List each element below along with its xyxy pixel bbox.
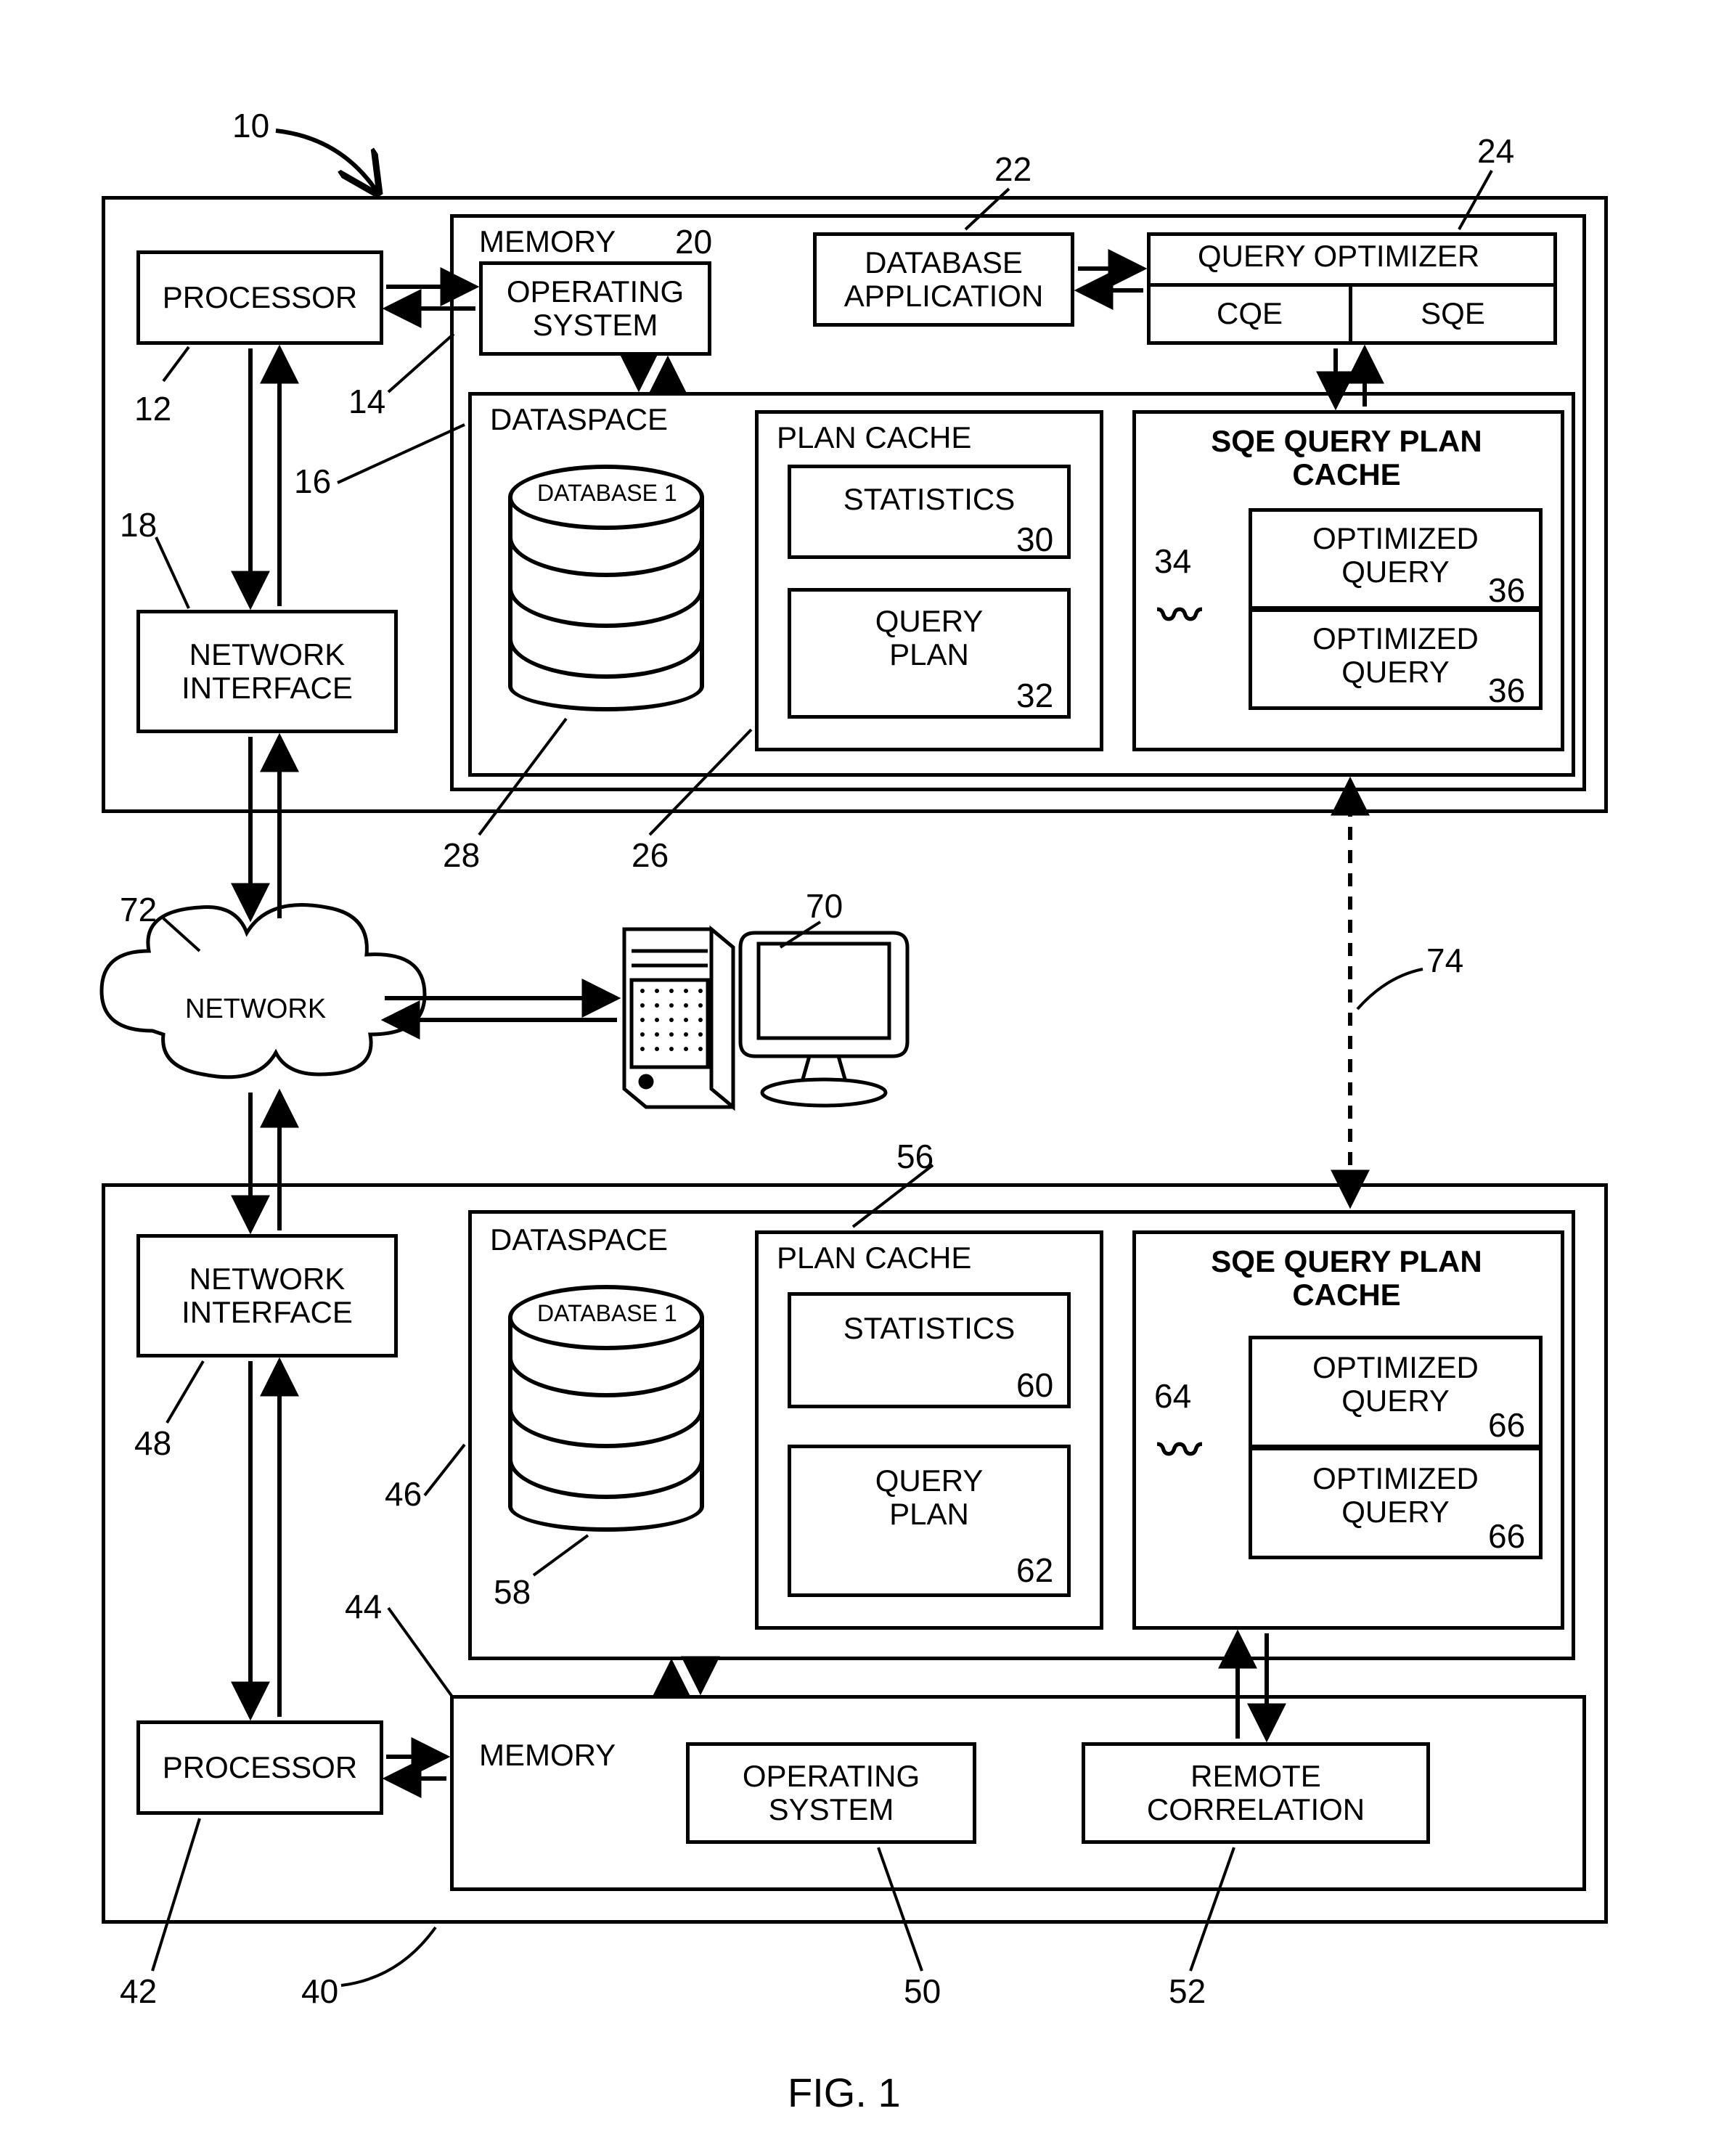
ref-30: 30 <box>1016 523 1053 556</box>
bottom-processor: PROCESSOR <box>136 1720 383 1815</box>
ref-44: 44 <box>345 1590 382 1623</box>
ref-12: 12 <box>134 392 171 425</box>
top-network-interface: NETWORK INTERFACE <box>136 610 398 733</box>
top-db-app: DATABASE APPLICATION <box>813 232 1074 327</box>
ref-42: 42 <box>120 1975 157 2008</box>
ref-56: 56 <box>896 1140 934 1173</box>
ref-66b: 66 <box>1488 1519 1525 1553</box>
bottom-os: OPERATING SYSTEM <box>686 1742 976 1844</box>
label: STATISTICS <box>843 1312 1015 1345</box>
label: PROCESSOR <box>163 1751 357 1784</box>
top-dataspace-title: DATASPACE <box>490 403 668 436</box>
ref-62: 62 <box>1016 1553 1053 1587</box>
bottom-dataspace-title: DATASPACE <box>490 1223 668 1257</box>
top-sqe-cache-title: SQE QUERY PLAN CACHE <box>1176 425 1517 491</box>
top-memory-title: MEMORY <box>479 225 616 258</box>
ref-36b: 36 <box>1488 674 1525 707</box>
figure-label: FIG. 1 <box>788 2069 901 2116</box>
ref-18: 18 <box>120 508 157 542</box>
ref-22: 22 <box>994 152 1031 186</box>
label: SQE <box>1421 297 1485 330</box>
ref-48: 48 <box>134 1426 171 1460</box>
label: OPTIMIZED QUERY <box>1312 522 1479 589</box>
ref-64: 64 <box>1154 1379 1191 1413</box>
top-qopt-label: QUERY OPTIMIZER <box>1198 240 1479 273</box>
label: OPTIMIZED QUERY <box>1312 1462 1479 1529</box>
bottom-remote-correlation: REMOTE CORRELATION <box>1082 1742 1430 1844</box>
top-sqe: SQE <box>1349 283 1557 345</box>
ref-74: 74 <box>1426 944 1463 977</box>
label: NETWORK INTERFACE <box>181 638 353 705</box>
top-db-label: DATABASE 1 <box>537 481 677 506</box>
ref-24: 24 <box>1477 134 1514 168</box>
label: REMOTE CORRELATION <box>1147 1760 1365 1826</box>
ref-46: 46 <box>385 1477 422 1511</box>
ref-14: 14 <box>348 385 385 418</box>
ref-16: 16 <box>294 465 331 498</box>
diagram-canvas: PROCESSOR MEMORY OPERATING SYSTEM DATABA… <box>0 0 1724 2156</box>
ref-52: 52 <box>1169 1975 1206 2008</box>
tilde-34: 〰 <box>1158 581 1201 644</box>
top-database: DATABASE 1 <box>508 465 704 711</box>
top-cqe: CQE <box>1147 283 1352 345</box>
tilde-64: 〰 <box>1158 1416 1201 1479</box>
label: OPERATING SYSTEM <box>743 1760 920 1826</box>
label: QUERY PLAN <box>875 605 984 671</box>
bottom-memory-title: MEMORY <box>479 1739 616 1772</box>
network-label: NETWORK <box>185 995 326 1025</box>
bottom-database: DATABASE 1 <box>508 1285 704 1532</box>
ref-28: 28 <box>443 838 480 872</box>
label: PROCESSOR <box>163 281 357 314</box>
ref-34: 34 <box>1154 544 1191 578</box>
top-os: OPERATING SYSTEM <box>479 261 711 356</box>
label: OPTIMIZED QUERY <box>1312 1351 1479 1418</box>
label: NETWORK INTERFACE <box>181 1262 353 1329</box>
label: OPTIMIZED QUERY <box>1312 622 1479 689</box>
ref-60: 60 <box>1016 1368 1053 1402</box>
label: CQE <box>1217 297 1283 330</box>
label: STATISTICS <box>843 483 1015 516</box>
bottom-plan-cache-title: PLAN CACHE <box>777 1241 971 1275</box>
label: DATABASE APPLICATION <box>844 246 1044 313</box>
bottom-db-label: DATABASE 1 <box>537 1301 677 1326</box>
bottom-network-interface: NETWORK INTERFACE <box>136 1234 398 1357</box>
ref-36a: 36 <box>1488 573 1525 607</box>
ref-40: 40 <box>301 1975 338 2008</box>
top-plan-cache-title: PLAN CACHE <box>777 421 971 454</box>
ref-20: 20 <box>675 225 712 258</box>
ref-32: 32 <box>1016 679 1053 712</box>
ref-10: 10 <box>232 109 269 142</box>
ref-66a: 66 <box>1488 1408 1525 1442</box>
ref-58: 58 <box>494 1575 531 1609</box>
ref-70: 70 <box>806 889 843 923</box>
ref-50: 50 <box>904 1975 941 2008</box>
label: QUERY PLAN <box>875 1464 984 1531</box>
bottom-sqe-cache-title: SQE QUERY PLAN CACHE <box>1176 1245 1517 1312</box>
ref-26: 26 <box>632 838 669 872</box>
label: OPERATING SYSTEM <box>507 275 684 342</box>
ref-72: 72 <box>120 893 157 926</box>
top-processor: PROCESSOR <box>136 250 383 345</box>
